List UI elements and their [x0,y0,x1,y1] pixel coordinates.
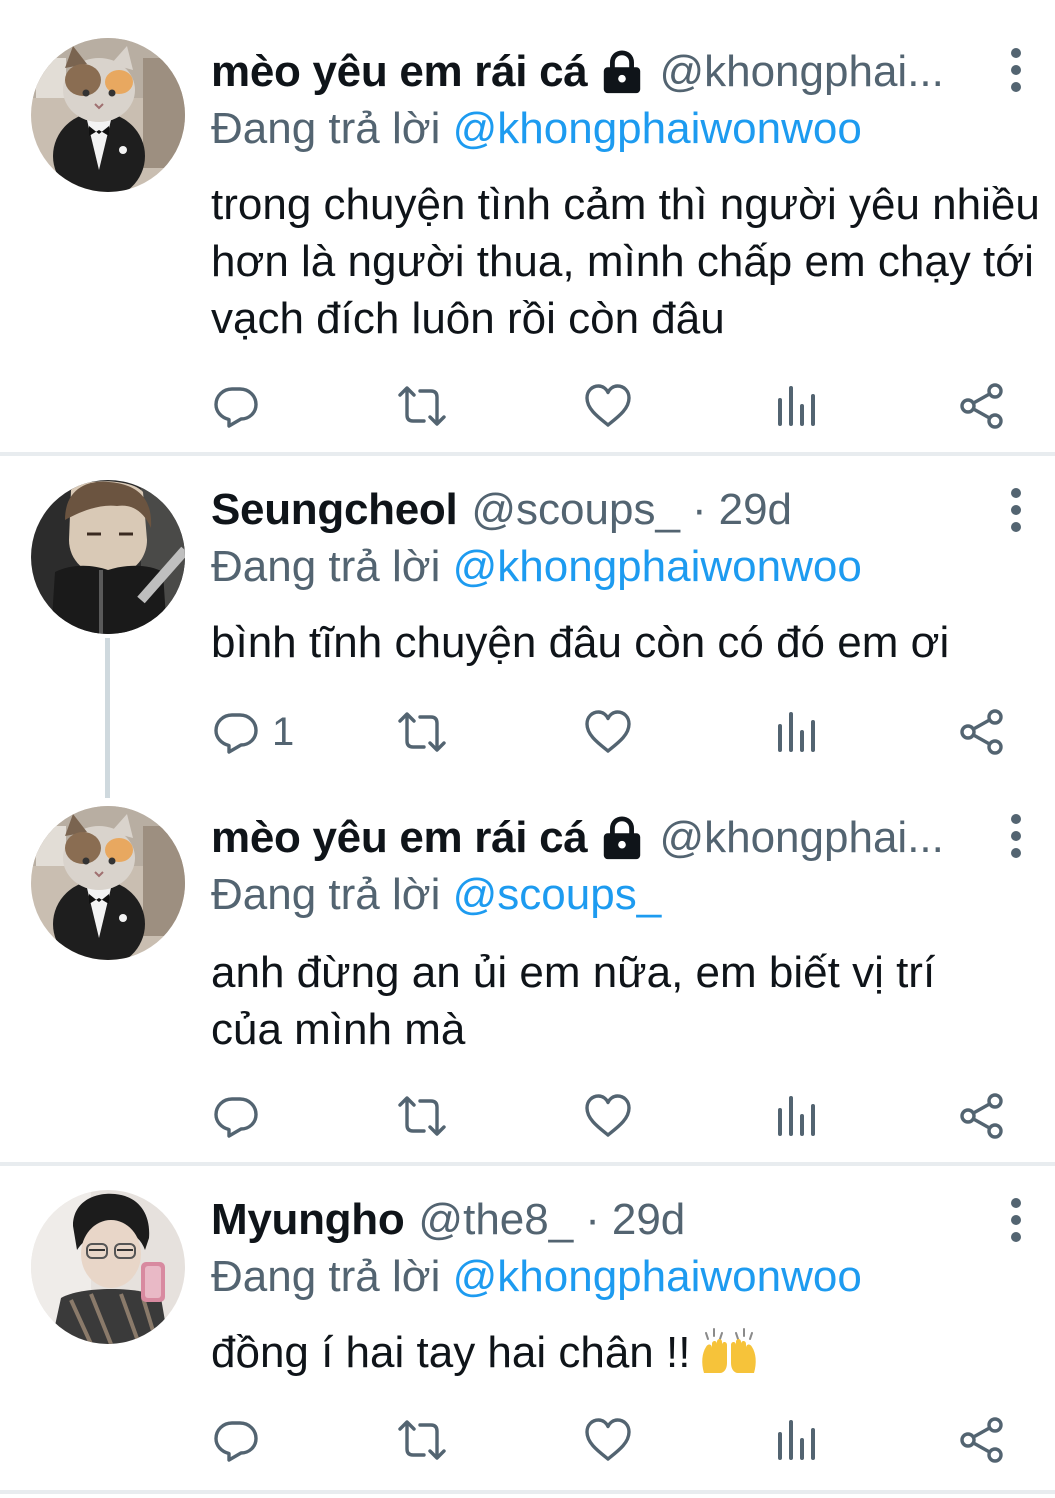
views-icon [772,708,820,756]
replying-to: Đang trả lời @scoups_ [211,867,661,923]
heart-icon [584,708,632,756]
separator-dot: · [691,485,707,534]
reply-count: 1 [272,709,295,754]
share-icon [958,1416,1006,1464]
tweet-text: trong chuyện tình cảm thì người yêu nhiề… [211,180,1040,343]
heart-icon [584,1092,632,1140]
share-button[interactable] [958,378,1006,434]
tweet-3[interactable]: mèo yêu em rái cá @khongphai... Đang trả… [0,796,1055,1162]
tweet-header: Myungho @the8_ · 29d [211,1192,685,1248]
more-vertical-icon[interactable] [1001,1190,1031,1250]
retweet-icon [398,1092,446,1140]
avatar[interactable] [31,806,185,960]
retweet-icon [398,382,446,430]
share-icon [958,1092,1006,1140]
action-bar [212,1088,1012,1144]
more-vertical-icon[interactable] [1001,806,1031,866]
share-button[interactable] [958,704,1006,760]
retweet-button[interactable] [398,378,446,434]
replying-to-label: Đang trả lời [211,870,441,919]
timestamp[interactable]: 29d [719,482,792,538]
avatar[interactable] [31,38,185,192]
tweet-header: mèo yêu em rái cá @khongphai... [211,810,944,866]
like-button[interactable] [584,1088,632,1144]
views-button[interactable] [772,704,820,760]
mention-link[interactable]: @khongphaiwonwoo [453,104,862,153]
replying-to-label: Đang trả lời [211,1252,441,1301]
views-button[interactable] [772,378,820,434]
retweet-icon [398,708,446,756]
share-icon [958,708,1006,756]
views-button[interactable] [772,1412,820,1468]
user-handle[interactable]: @the8_ [418,1192,573,1248]
display-name[interactable]: mèo yêu em rái cá [211,810,588,866]
tweet-text: đồng í hai tay hai chân !! [211,1324,1041,1381]
tweet-1[interactable]: mèo yêu em rái cá @khongphai... Đang trả… [0,0,1055,452]
timestamp[interactable]: 29d [612,1192,685,1248]
mention-link[interactable]: @scoups_ [453,870,662,919]
tweet-text: bình tĩnh chuyện đâu còn có đó em ơi [211,618,950,667]
reply-button[interactable] [212,378,260,434]
like-button[interactable] [584,1412,632,1468]
reply-icon [212,1092,260,1140]
views-icon [772,382,820,430]
separator-dot: · [585,1195,600,1244]
reply-icon [212,382,260,430]
lock-icon [599,815,645,861]
raising-hands-emoji-icon [698,1325,760,1375]
tweet-text: anh đừng an ủi em nữa, em biết vị trí củ… [211,948,936,1054]
action-bar [212,378,1012,434]
avatar[interactable] [31,480,185,634]
retweet-button[interactable] [398,1088,446,1144]
reply-button[interactable] [212,1088,260,1144]
divider [0,1490,1055,1494]
share-button[interactable] [958,1412,1006,1468]
avatar[interactable] [31,1190,185,1344]
user-handle[interactable]: @scoups_ [471,482,680,538]
like-button[interactable] [584,378,632,434]
views-icon [772,1416,820,1464]
heart-icon [584,1416,632,1464]
reply-icon [212,1416,260,1464]
tweet-header: Seungcheol @scoups_ · 29d [211,482,792,538]
reply-button[interactable] [212,1412,260,1468]
tweet-text-content: đồng í hai tay hai chân !! [211,1328,691,1377]
heart-icon [584,382,632,430]
display-name[interactable]: Myungho [211,1192,405,1248]
replying-to: Đang trả lời @khongphaiwonwoo [211,101,862,157]
retweet-icon [398,1416,446,1464]
more-vertical-icon[interactable] [1001,480,1031,540]
reply-button[interactable]: 1 [212,704,294,760]
retweet-button[interactable] [398,1412,446,1468]
action-bar: 1 [212,704,1012,760]
retweet-button[interactable] [398,704,446,760]
display-name[interactable]: Seungcheol [211,482,458,538]
tweet-4[interactable]: Myungho @the8_ · 29d Đang trả lời @khong… [0,1166,1055,1490]
reply-icon [212,708,260,756]
tweet-header: mèo yêu em rái cá @khongphai... [211,44,944,100]
share-icon [958,382,1006,430]
replying-to: Đang trả lời @khongphaiwonwoo [211,539,862,595]
share-button[interactable] [958,1088,1006,1144]
more-vertical-icon[interactable] [1001,40,1031,100]
display-name[interactable]: mèo yêu em rái cá [211,44,588,100]
views-icon [772,1092,820,1140]
mention-link[interactable]: @khongphaiwonwoo [453,1252,862,1301]
user-handle[interactable]: @khongphai... [659,44,943,100]
like-button[interactable] [584,704,632,760]
replying-to-label: Đang trả lời [211,542,441,591]
user-handle[interactable]: @khongphai... [659,810,943,866]
views-button[interactable] [772,1088,820,1144]
action-bar [212,1412,1012,1468]
replying-to: Đang trả lời @khongphaiwonwoo [211,1249,862,1305]
mention-link[interactable]: @khongphaiwonwoo [453,542,862,591]
lock-icon [599,49,645,95]
replying-to-label: Đang trả lời [211,104,441,153]
tweet-2[interactable]: Seungcheol @scoups_ · 29d Đang trả lời @… [0,456,1055,796]
